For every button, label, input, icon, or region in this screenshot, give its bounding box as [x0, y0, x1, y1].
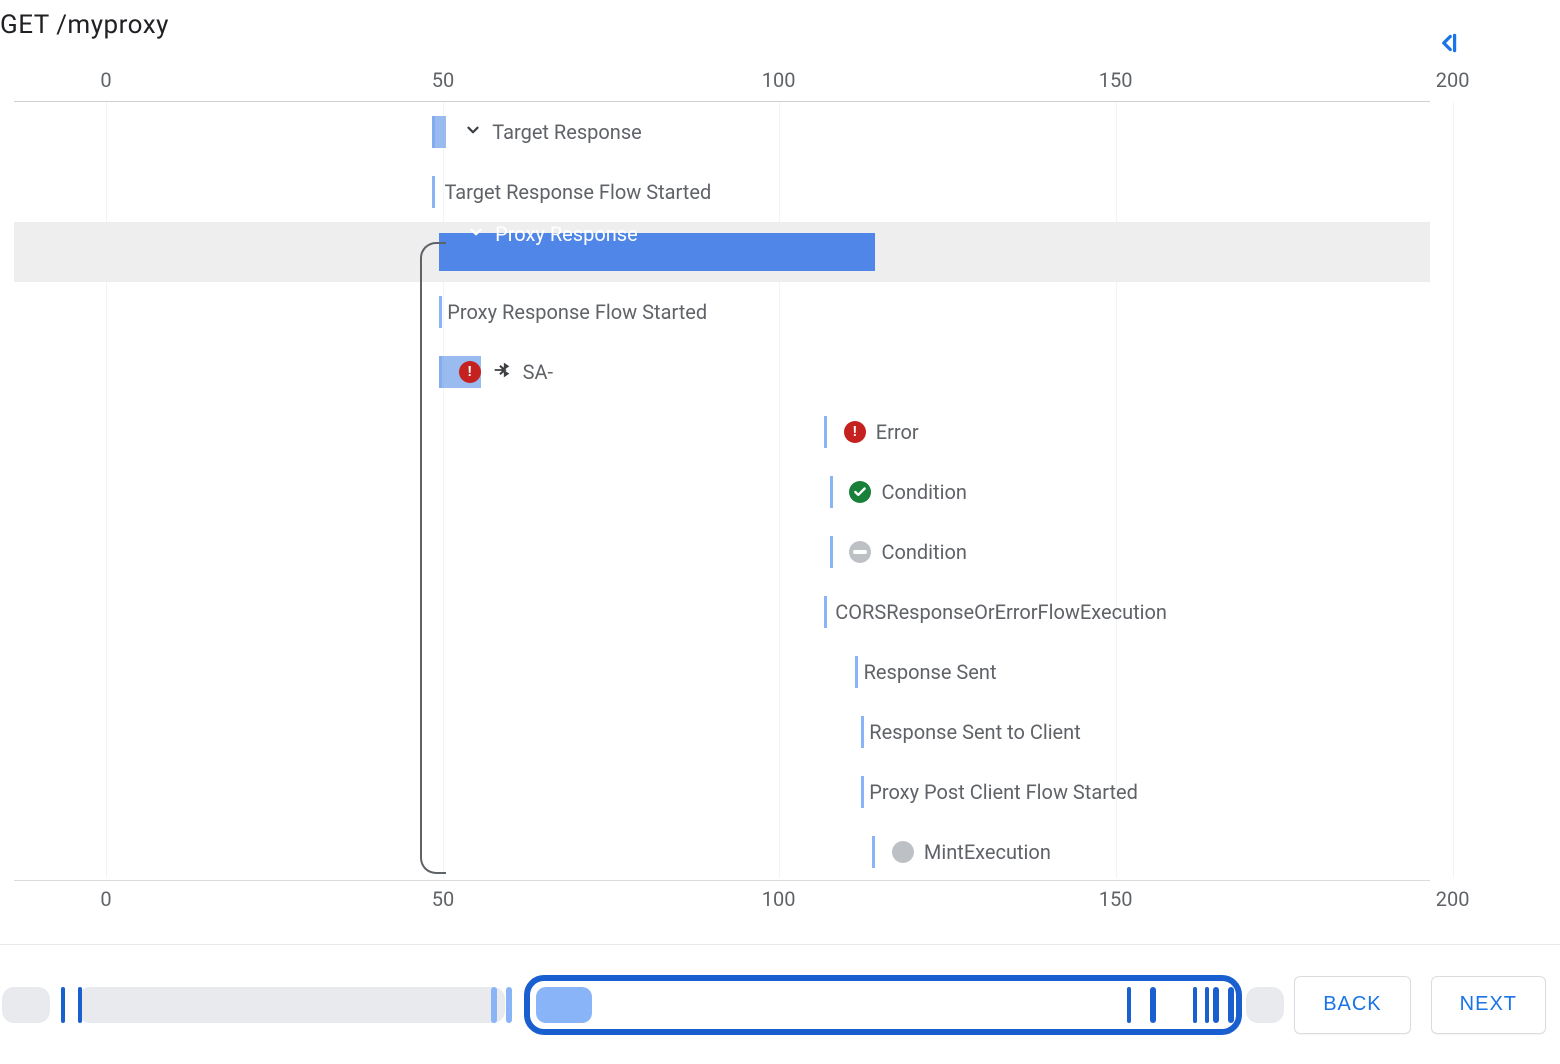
row-label: MintExecution [892, 840, 1051, 864]
row-text: Proxy Response [495, 222, 638, 246]
minimap-segment [2, 987, 50, 1023]
row-text: SA- [523, 360, 553, 384]
row-text: MintExecution [924, 840, 1051, 864]
row-label: ! Error [844, 420, 919, 444]
row-label: Response Sent to Client [869, 720, 1081, 744]
timeline-row[interactable]: CORSResponseOrErrorFlowExecution [14, 582, 1430, 642]
chevron-down-icon[interactable] [464, 121, 482, 143]
scale-tick: 150 [1099, 887, 1133, 911]
span-tick [861, 776, 864, 808]
timeline-row[interactable]: Condition [14, 522, 1430, 582]
row-label: Condition [849, 480, 966, 504]
span-tick [432, 176, 435, 208]
timeline-row[interactable]: Response Sent [14, 642, 1430, 702]
dash-icon [849, 541, 871, 563]
scale-tick: 100 [762, 887, 796, 911]
timeline-row[interactable]: Target Response [14, 102, 1430, 162]
minimap[interactable] [2, 977, 1274, 1033]
bracket [420, 242, 446, 874]
next-button[interactable]: NEXT [1431, 976, 1546, 1034]
scale-tick: 200 [1436, 887, 1470, 911]
span-tick [824, 596, 827, 628]
chevron-down-icon[interactable] [467, 223, 485, 245]
scale-tick: 200 [1436, 68, 1470, 92]
scale-tick: 50 [432, 68, 454, 92]
span-tick [830, 536, 833, 568]
timeline-row[interactable]: Proxy Response [14, 222, 1430, 282]
scale-tick: 50 [432, 887, 454, 911]
row-label: Target Response [464, 120, 642, 144]
back-button[interactable]: BACK [1294, 976, 1410, 1034]
row-text: Proxy Post Client Flow Started [869, 780, 1138, 804]
row-label: Proxy Response [467, 222, 638, 246]
row-label: Proxy Response Flow Started [447, 300, 707, 324]
timeline-row[interactable]: ! SA- [14, 342, 1430, 402]
error-icon: ! [844, 421, 866, 443]
timeline-row[interactable]: ! Error [14, 402, 1430, 462]
row-label: Response Sent [864, 660, 997, 684]
row-label: Condition [849, 540, 966, 564]
timeline-rows: Target Response Target Response Flow Star… [14, 102, 1430, 882]
gridline [1453, 102, 1454, 878]
timeline-row[interactable]: Proxy Post Client Flow Started [14, 762, 1430, 822]
minimap-handle[interactable] [524, 975, 1243, 1035]
span-bar [432, 116, 446, 148]
span-tick [861, 716, 864, 748]
row-text: Condition [881, 540, 966, 564]
row-label: Target Response Flow Started [444, 180, 711, 204]
timeline-row[interactable]: Condition [14, 462, 1430, 522]
minimap-marker [506, 987, 512, 1023]
row-label: ! SA- [459, 359, 553, 386]
row-text: Response Sent to Client [869, 720, 1081, 744]
span-tick [872, 836, 875, 868]
check-icon [849, 481, 871, 503]
branch-icon [491, 359, 513, 386]
scale-tick: 150 [1099, 68, 1133, 92]
row-label: CORSResponseOrErrorFlowExecution [835, 600, 1167, 624]
span-tick [855, 656, 858, 688]
minimap-segment [1246, 987, 1284, 1023]
timeline-scale-top: 050100150200 [14, 68, 1430, 102]
span-tick [824, 416, 827, 448]
timeline-row[interactable]: Target Response Flow Started [14, 162, 1430, 222]
page-title: GET /myproxy [0, 10, 169, 40]
scale-tick: 0 [100, 887, 111, 911]
minimap-marker [61, 987, 65, 1023]
row-text: Target Response Flow Started [444, 180, 711, 204]
span-tick [830, 476, 833, 508]
scale-tick: 0 [100, 68, 111, 92]
minimap-segment [78, 987, 504, 1023]
panel-collapse-icon[interactable] [1434, 30, 1460, 60]
timeline-row[interactable]: MintExecution [14, 822, 1430, 882]
error-icon: ! [459, 361, 481, 383]
row-text: CORSResponseOrErrorFlowExecution [835, 600, 1167, 624]
minimap-marker [78, 987, 82, 1023]
row-text: Condition [881, 480, 966, 504]
row-label: Proxy Post Client Flow Started [869, 780, 1138, 804]
bottom-bar: BACK NEXT [0, 944, 1560, 1064]
row-text: Error [876, 420, 919, 444]
scale-tick: 100 [762, 68, 796, 92]
row-text: Proxy Response Flow Started [447, 300, 707, 324]
minimap-marker [491, 987, 497, 1023]
timeline-scale-bottom: 050100150200 [14, 880, 1430, 914]
timeline-row[interactable]: Response Sent to Client [14, 702, 1430, 762]
minimap-handle-fill [536, 987, 592, 1023]
disabled-icon [892, 841, 914, 863]
row-text: Target Response [492, 120, 642, 144]
timeline-row[interactable]: Proxy Response Flow Started [14, 282, 1430, 342]
row-text: Response Sent [864, 660, 997, 684]
